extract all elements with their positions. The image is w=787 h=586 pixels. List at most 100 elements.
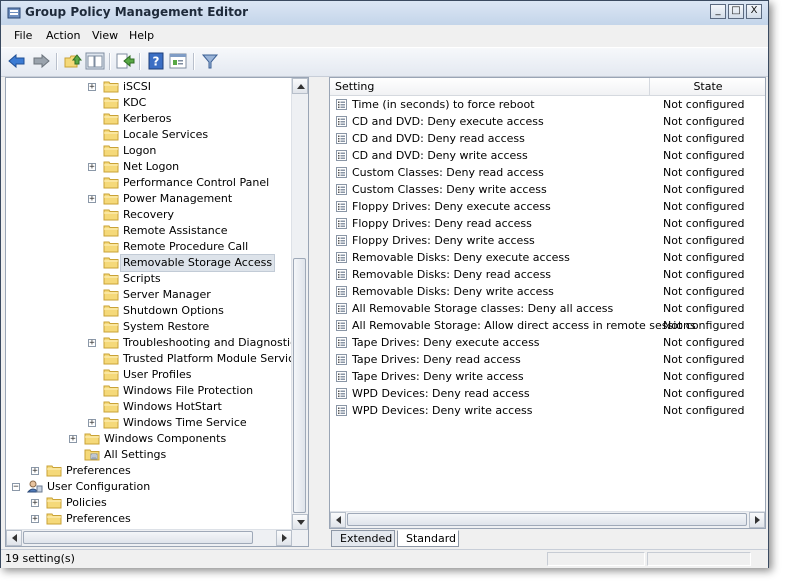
tree-item[interactable]: + iSCSI	[6, 79, 294, 95]
tree-expander[interactable]: +	[31, 467, 39, 476]
up-folder-icon[interactable]	[63, 52, 83, 70]
menu-file[interactable]: File	[14, 29, 32, 42]
setting-row[interactable]: Custom Classes: Deny read access Not conf…	[330, 164, 765, 181]
tab-extended[interactable]: Extended	[331, 530, 395, 547]
minimize-button[interactable]: _	[710, 4, 726, 19]
setting-row[interactable]: All Removable Storage: Allow direct acce…	[330, 317, 765, 334]
tree-expander[interactable]: +	[69, 435, 77, 444]
setting-state: Not configured	[663, 98, 745, 111]
properties-icon[interactable]	[168, 52, 188, 70]
setting-row[interactable]: Floppy Drives: Deny write access Not conf…	[330, 232, 765, 249]
setting-row[interactable]: Floppy Drives: Deny read access Not confi…	[330, 215, 765, 232]
tree-item[interactable]: Removable Storage Access	[6, 254, 294, 272]
help-icon[interactable]: ?	[146, 52, 166, 70]
tree-expander[interactable]: +	[88, 195, 96, 204]
tree-item[interactable]: Remote Assistance	[6, 223, 294, 239]
tree-item[interactable]: + Net Logon	[6, 159, 294, 175]
list-horizontal-scroll-thumb[interactable]	[347, 513, 747, 526]
tree-item[interactable]: Remote Procedure Call	[6, 239, 294, 255]
tree-item[interactable]: Recovery	[6, 207, 294, 223]
tree-item[interactable]: Windows File Protection	[6, 383, 294, 399]
pane-splitter[interactable]	[310, 77, 328, 547]
setting-row[interactable]: CD and DVD: Deny write access Not configu…	[330, 147, 765, 164]
title-bar[interactable]: Group Policy Management Editor _ □ X	[1, 1, 768, 26]
tree-pane[interactable]: + iSCSI KDC Kerberos Locale Services Logon + Ne…	[5, 77, 309, 547]
list-horizontal-scrollbar[interactable]	[330, 511, 765, 528]
tree-item[interactable]: KDC	[6, 95, 294, 111]
setting-row[interactable]: All Removable Storage classes: Deny all …	[330, 300, 765, 317]
tree-item[interactable]: + Troubleshooting and Diagnostics	[6, 335, 302, 351]
tree-item[interactable]: + Power Management	[6, 191, 294, 207]
tree-scroll-left-button[interactable]	[6, 530, 22, 546]
policy-setting-icon	[336, 371, 347, 382]
column-header-state[interactable]: State	[650, 78, 765, 96]
menu-action[interactable]: Action	[46, 29, 80, 42]
tree-expander[interactable]: +	[88, 339, 96, 348]
tree-item[interactable]: − User Configuration	[6, 479, 294, 495]
tree-scroll-up-button[interactable]	[292, 78, 308, 94]
tree-horizontal-scrollbar[interactable]	[6, 529, 292, 546]
export-list-icon[interactable]	[115, 52, 135, 70]
tree-expander[interactable]: +	[31, 499, 39, 508]
setting-row[interactable]: Tape Drives: Deny execute access Not conf…	[330, 334, 765, 351]
tree-item[interactable]: + Windows Components	[6, 431, 294, 447]
tree-horizontal-scroll-thumb[interactable]	[23, 531, 253, 544]
tree-item-label: iSCSI	[123, 80, 151, 93]
setting-row[interactable]: Floppy Drives: Deny execute access Not co…	[330, 198, 765, 215]
tab-standard[interactable]: Standard	[397, 530, 459, 547]
tree-item[interactable]: + Preferences	[6, 511, 294, 527]
tree-item[interactable]: Performance Control Panel	[6, 175, 294, 191]
tree-item[interactable]: System Restore	[6, 319, 294, 335]
setting-row[interactable]: Removable Disks: Deny execute access Not …	[330, 249, 765, 266]
menu-help[interactable]: Help	[129, 29, 154, 42]
setting-row[interactable]: Tape Drives: Deny read access Not configu…	[330, 351, 765, 368]
tree-item[interactable]: Scripts	[6, 271, 294, 287]
setting-row[interactable]: Tape Drives: Deny write access Not config…	[330, 368, 765, 385]
setting-row[interactable]: Custom Classes: Deny write access Not con…	[330, 181, 765, 198]
tree-item[interactable]: + Windows Time Service	[6, 415, 294, 431]
setting-row[interactable]: CD and DVD: Deny execute access Not confi…	[330, 113, 765, 130]
list-scroll-right-button[interactable]	[749, 512, 765, 528]
setting-row[interactable]: Time (in seconds) to force reboot Not con…	[330, 96, 765, 113]
tree-item[interactable]: Kerberos	[6, 111, 294, 127]
setting-state: Not configured	[663, 336, 745, 349]
tree-scroll-down-button[interactable]	[292, 514, 308, 530]
tree-vertical-scroll-thumb[interactable]	[293, 258, 306, 513]
tree-expander[interactable]: +	[31, 515, 39, 524]
tree-item[interactable]: All Settings	[6, 447, 294, 463]
setting-row[interactable]: CD and DVD: Deny read access Not configur…	[330, 130, 765, 147]
back-icon[interactable]	[7, 52, 27, 70]
tree-expander[interactable]: +	[88, 163, 96, 172]
setting-row[interactable]: WPD Devices: Deny write access Not config…	[330, 402, 765, 419]
folder-icon	[103, 97, 119, 109]
tree-item[interactable]: Trusted Platform Module Services	[6, 351, 307, 367]
tree-item[interactable]: Locale Services	[6, 127, 294, 143]
tree-item[interactable]: Server Manager	[6, 287, 294, 303]
filter-icon[interactable]	[200, 52, 220, 70]
tree-item[interactable]: Logon	[6, 143, 294, 159]
policy-setting-icon	[336, 201, 347, 212]
tree-expander[interactable]: +	[88, 419, 96, 428]
policy-setting-icon	[336, 388, 347, 399]
forward-icon[interactable]	[31, 52, 51, 70]
tree-item[interactable]: Shutdown Options	[6, 303, 294, 319]
tree-item[interactable]: Windows HotStart	[6, 399, 294, 415]
tree-expander[interactable]: −	[12, 483, 20, 492]
setting-state: Not configured	[663, 183, 745, 196]
column-header-setting[interactable]: Setting	[330, 78, 650, 96]
setting-name: Removable Disks: Deny execute access	[352, 251, 570, 264]
tree-expander[interactable]: +	[88, 83, 96, 92]
tree-vertical-scrollbar[interactable]	[291, 78, 308, 530]
close-button[interactable]: X	[746, 4, 762, 19]
tree-item[interactable]: + Preferences	[6, 463, 294, 479]
setting-row[interactable]: WPD Devices: Deny read access Not configu…	[330, 385, 765, 402]
tree-item[interactable]: + Policies	[6, 495, 294, 511]
tree-item[interactable]: User Profiles	[6, 367, 294, 383]
show-hide-tree-icon[interactable]	[85, 52, 105, 70]
setting-row[interactable]: Removable Disks: Deny read access Not con…	[330, 266, 765, 283]
tree-scroll-right-button[interactable]	[276, 530, 292, 546]
maximize-button[interactable]: □	[728, 4, 744, 19]
menu-view[interactable]: View	[92, 29, 118, 42]
setting-row[interactable]: Removable Disks: Deny write access Not co…	[330, 283, 765, 300]
list-scroll-left-button[interactable]	[330, 512, 346, 528]
